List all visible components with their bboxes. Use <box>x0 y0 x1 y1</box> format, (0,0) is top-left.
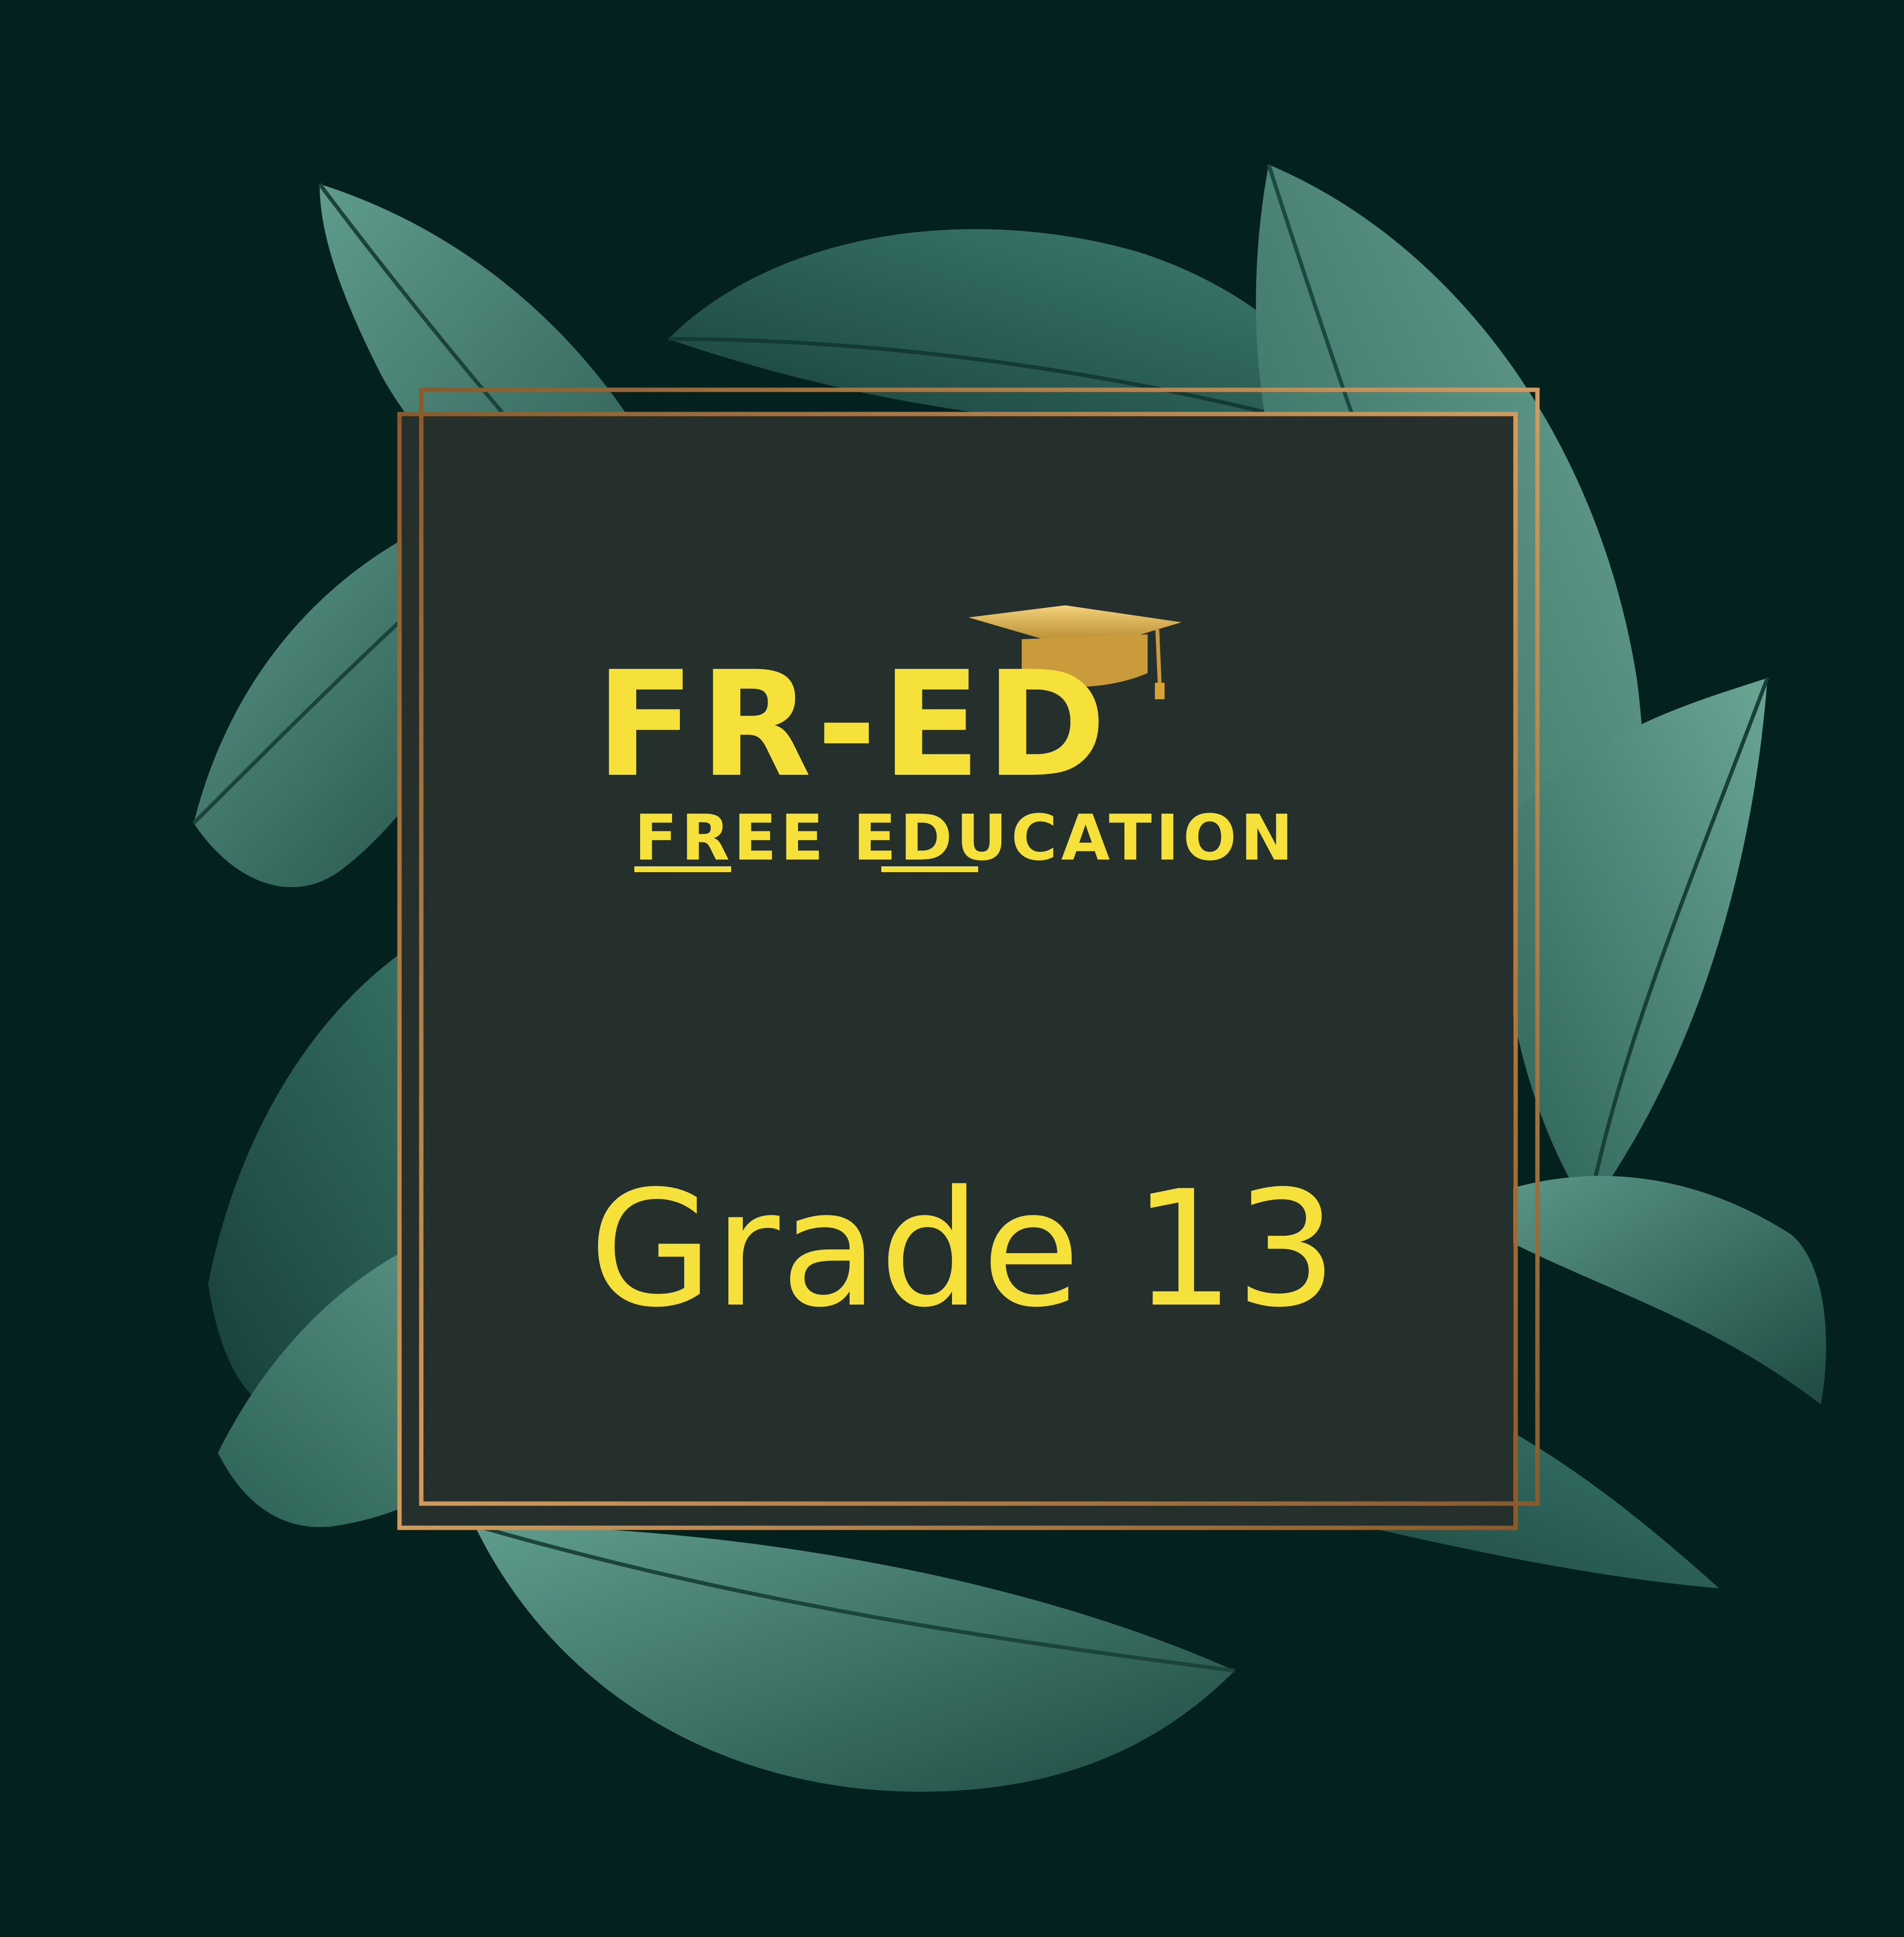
background-scene <box>192 164 1827 1792</box>
fr-ed-logo: FR-ED FREE EDUCATION <box>596 640 1297 875</box>
grade-label: Grade 13 <box>589 1156 1338 1342</box>
svg-text:FREE EDUCATION: FREE EDUCATION <box>634 801 1297 875</box>
svg-text:FR-ED: FR-ED <box>596 640 1111 809</box>
